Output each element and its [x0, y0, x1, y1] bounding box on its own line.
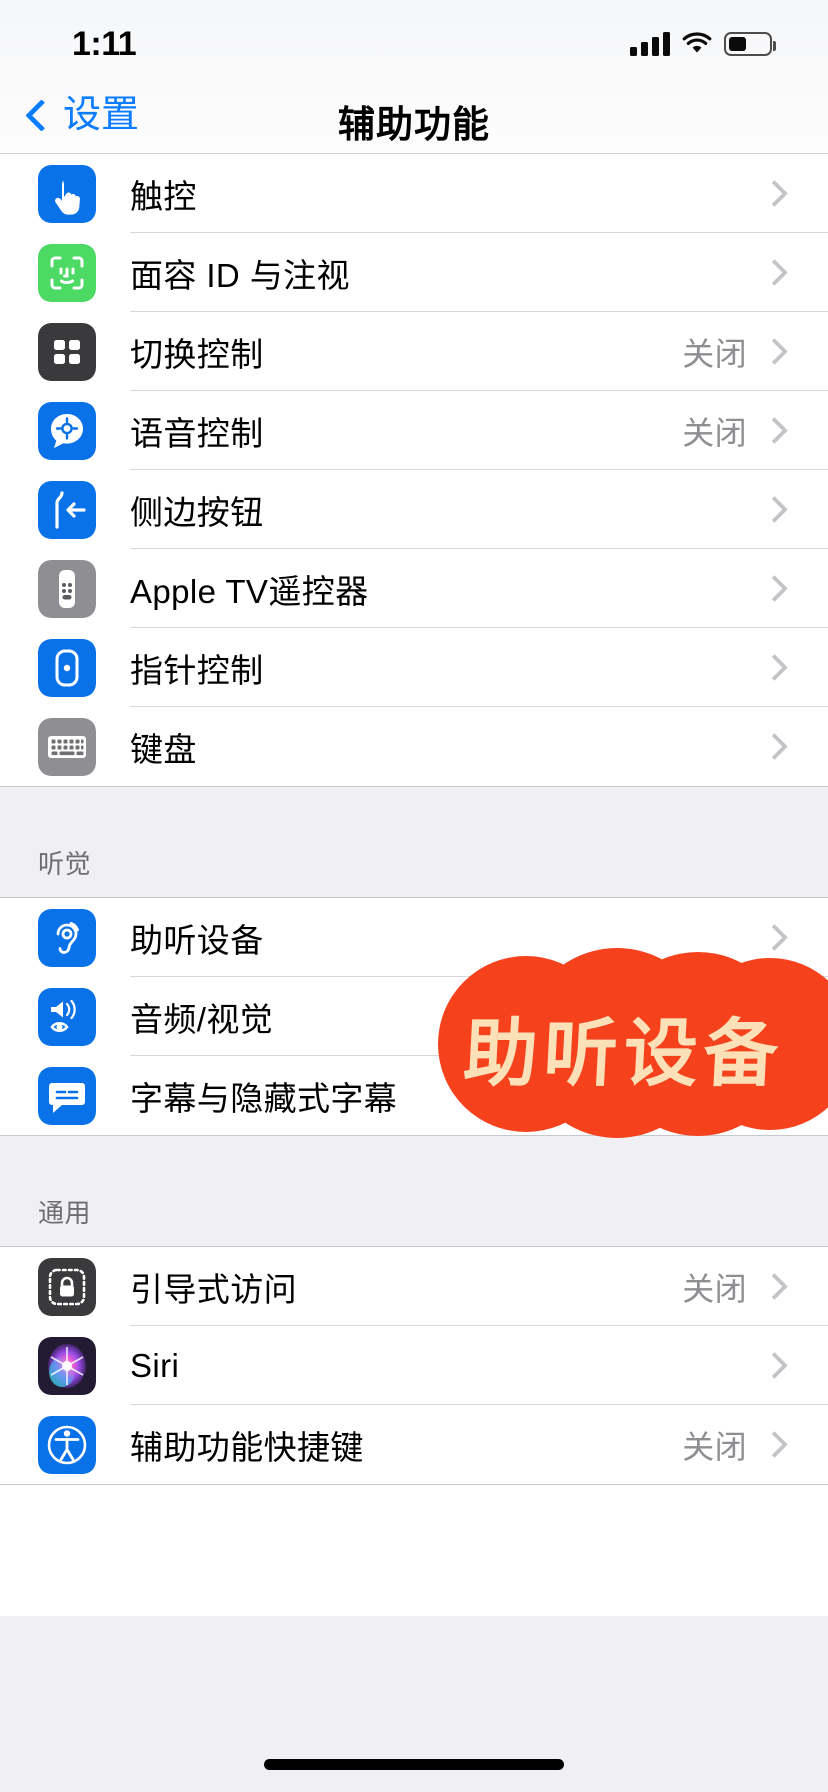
chevron-right-icon	[761, 496, 788, 523]
list-item-label: 切换控制	[130, 335, 264, 373]
list-item-label: 辅助功能快捷键	[130, 1428, 364, 1466]
list-item-side-button[interactable]: 侧边按钮	[0, 470, 828, 549]
status-bar-indicators	[630, 26, 776, 56]
apple-tv-remote-icon	[38, 559, 96, 618]
chevron-right-icon	[761, 1003, 788, 1030]
list-item-guided-access[interactable]: 引导式访问 关闭	[0, 1247, 828, 1326]
chevron-right-icon	[761, 654, 788, 681]
chevron-right-icon	[761, 1082, 788, 1109]
list-item-accessibility-shortcut[interactable]: 辅助功能快捷键 关闭	[0, 1405, 828, 1484]
page-title: 辅助功能	[338, 104, 490, 145]
section-header-hearing: 听觉	[0, 787, 828, 897]
settings-group-physical: 触控 面容 ID 与注视 切换控制 关闭 语音控制 关闭 侧边按钮 Apple …	[0, 154, 828, 787]
wifi-icon	[682, 32, 712, 56]
home-indicator-bar	[264, 1759, 564, 1770]
guided-access-lock-icon	[38, 1257, 96, 1316]
pointer-control-icon	[38, 638, 96, 697]
audio-visual-icon	[38, 987, 96, 1046]
list-item-label: Siri	[130, 1346, 180, 1384]
list-item-voice-control[interactable]: 语音控制 关闭	[0, 391, 828, 470]
list-item-label: 语音控制	[130, 414, 264, 452]
list-item-label: 键盘	[130, 730, 197, 768]
chevron-right-icon	[761, 417, 788, 444]
section-header-label: 通用	[38, 1198, 92, 1228]
list-item-label: Apple TV遥控器	[130, 572, 369, 610]
list-item-audio-visual[interactable]: 音频/视觉	[0, 977, 828, 1056]
list-item-label: 音频/视觉	[130, 1000, 274, 1038]
side-button-icon	[38, 480, 96, 539]
iphone-screen: 1:11 设置 辅助功能 触控 面容 ID 与注视 切换控制 关闭 语音控制 关…	[0, 0, 828, 1792]
chevron-right-icon	[761, 924, 788, 951]
list-item-switch-control[interactable]: 切换控制 关闭	[0, 312, 828, 391]
chevron-right-icon	[761, 733, 788, 760]
list-item-value: 关闭	[682, 335, 747, 372]
list-item-captions[interactable]: 字幕与隐藏式字幕	[0, 1056, 828, 1135]
list-item-label: 字幕与隐藏式字幕	[130, 1079, 398, 1117]
list-item-keyboard[interactable]: 键盘	[0, 707, 828, 786]
list-item-label: 助听设备	[130, 921, 264, 959]
list-item-label: 侧边按钮	[130, 493, 264, 531]
chevron-right-icon	[761, 338, 788, 365]
chevron-right-icon	[761, 1273, 788, 1300]
list-item-value: 关闭	[682, 1428, 747, 1465]
cellular-bars-icon	[630, 32, 670, 56]
chevron-right-icon	[761, 259, 788, 286]
hand-touch-icon	[38, 164, 96, 223]
voice-control-bubble-icon	[38, 401, 96, 460]
section-header-label: 听觉	[38, 849, 92, 879]
list-item-value: 关闭	[682, 1270, 747, 1307]
ear-hearing-icon	[38, 908, 96, 967]
battery-icon	[724, 32, 776, 56]
status-bar: 1:11	[0, 0, 828, 76]
keyboard-icon	[38, 717, 96, 776]
list-item-pointer-control[interactable]: 指针控制	[0, 628, 828, 707]
chevron-right-icon	[761, 575, 788, 602]
captions-icon	[38, 1066, 96, 1125]
switch-control-grid-icon	[38, 322, 96, 381]
settings-group-general: 引导式访问 关闭 Siri 辅助功能快捷键 关闭	[0, 1246, 828, 1485]
siri-orb-icon	[38, 1336, 96, 1395]
list-item-label: 触控	[130, 177, 197, 215]
nav-bar: 设置 辅助功能	[0, 76, 828, 154]
status-bar-time: 1:11	[72, 25, 137, 63]
list-item-hearing-devices[interactable]: 助听设备	[0, 898, 828, 977]
list-item-label: 面容 ID 与注视	[130, 256, 350, 294]
accessibility-person-icon	[38, 1415, 96, 1474]
list-item-face-id[interactable]: 面容 ID 与注视	[0, 233, 828, 312]
list-item-apple-tv-remote[interactable]: Apple TV遥控器	[0, 549, 828, 628]
chevron-right-icon	[761, 180, 788, 207]
chevron-right-icon	[761, 1431, 788, 1458]
settings-list: 触控 面容 ID 与注视 切换控制 关闭 语音控制 关闭 侧边按钮 Apple …	[0, 154, 828, 1485]
section-header-general: 通用	[0, 1136, 828, 1246]
settings-group-hearing: 助听设备 音频/视觉 字幕与隐藏式字幕	[0, 897, 828, 1136]
list-item-label: 引导式访问	[130, 1270, 297, 1308]
face-id-icon	[38, 243, 96, 302]
list-item-label: 指针控制	[130, 651, 264, 689]
list-item-siri[interactable]: Siri	[0, 1326, 828, 1405]
chevron-right-icon	[761, 1352, 788, 1379]
list-item-touch[interactable]: 触控	[0, 154, 828, 233]
list-item-value: 关闭	[682, 414, 747, 451]
